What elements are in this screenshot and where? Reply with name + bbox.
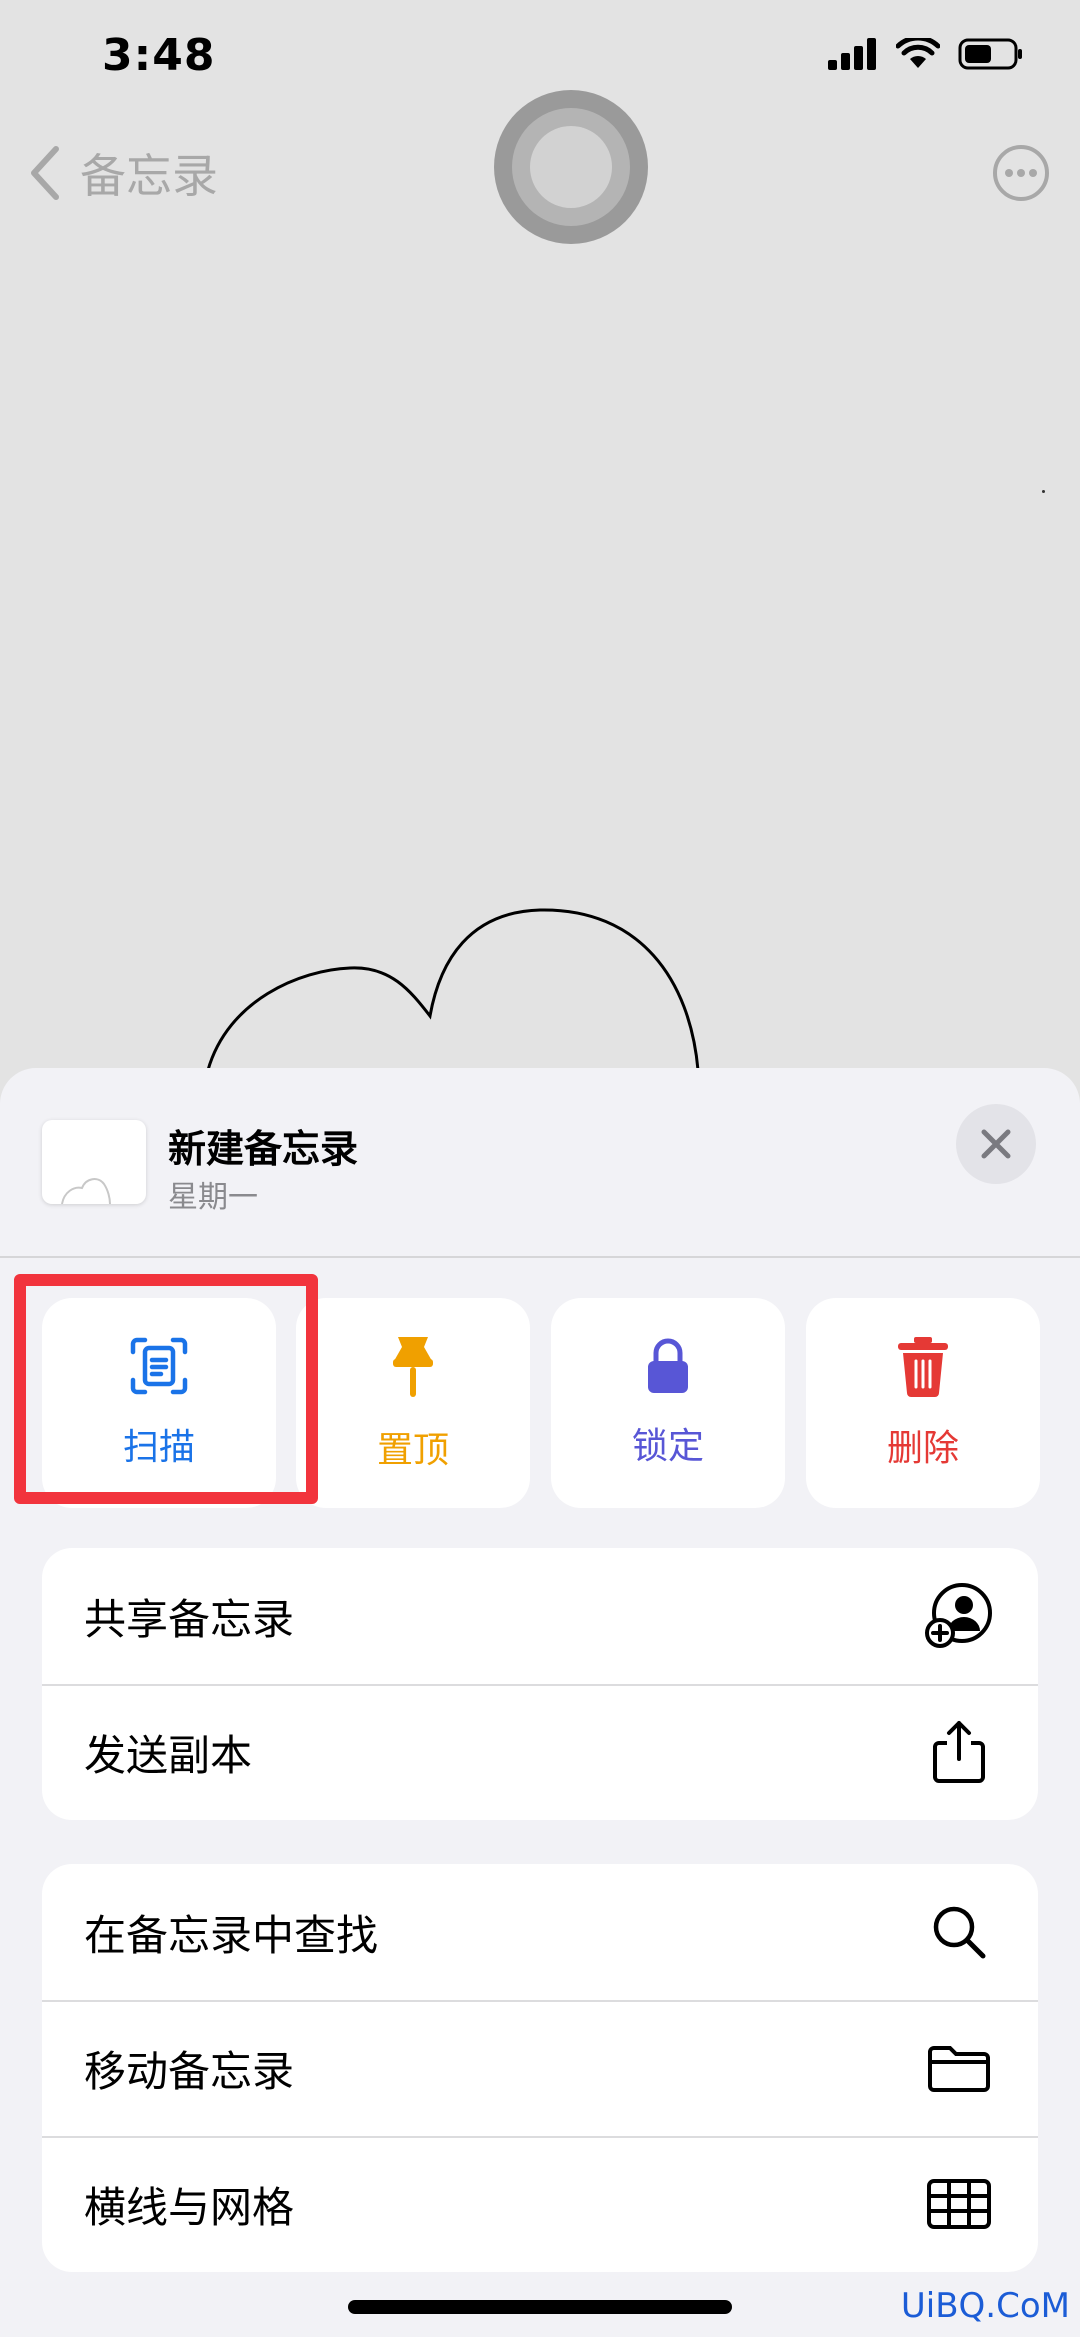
find-in-note-label: 在备忘录中查找: [84, 1910, 379, 1960]
search-icon: [924, 1897, 994, 1967]
lock-button[interactable]: 锁定: [551, 1298, 785, 1508]
cloud-drawing: [206, 908, 700, 1071]
home-indicator[interactable]: [348, 2300, 732, 2314]
tools-group: 在备忘录中查找 移动备忘录 横线与网格: [42, 1864, 1038, 2272]
close-icon: [981, 1129, 1011, 1159]
scan-label: 扫描: [122, 1427, 195, 1468]
drawing-dot: [1042, 490, 1045, 493]
move-note-row[interactable]: 移动备忘录: [42, 2000, 1038, 2136]
cellular-signal-icon: [828, 38, 876, 70]
share-group: 共享备忘录 发送副本: [42, 1548, 1038, 1820]
assistive-touch-button[interactable]: [494, 90, 648, 244]
note-title: 新建备忘录: [168, 1127, 359, 1171]
quick-actions: 扫描 置顶 锁定 删除: [42, 1298, 1040, 1508]
pin-button[interactable]: 置顶: [296, 1298, 530, 1508]
move-note-label: 移动备忘录: [84, 2046, 295, 2096]
share-upload-icon: [924, 1717, 994, 1787]
note-date: 星期一: [168, 1180, 258, 1215]
lock-label: 锁定: [631, 1426, 704, 1467]
note-actions-sheet: 新建备忘录 星期一 扫描 置顶 锁定 删除 共享备忘录 发送副本 在备忘录中查找…: [0, 1068, 1080, 2337]
share-note-row[interactable]: 共享备忘录: [42, 1548, 1038, 1684]
status-icons: [828, 38, 1024, 70]
pin-label: 置顶: [376, 1430, 449, 1471]
sheet-header: 新建备忘录 星期一: [0, 1068, 1080, 1258]
lines-grids-label: 横线与网格: [84, 2182, 295, 2232]
more-icon: [993, 145, 1049, 201]
pin-icon: [393, 1337, 433, 1397]
watermark-text: UiBQ.CoM: [900, 2286, 1070, 2326]
scan-icon: [130, 1337, 188, 1395]
chevron-left-icon: [31, 146, 59, 200]
delete-button[interactable]: 删除: [806, 1298, 1040, 1508]
scan-button[interactable]: 扫描: [42, 1298, 276, 1508]
battery-icon: [958, 38, 1022, 70]
share-person-icon: [924, 1581, 994, 1651]
back-label: 备忘录: [80, 149, 218, 203]
note-thumbnail: [42, 1120, 146, 1204]
wifi-icon: [896, 38, 940, 68]
status-time: 3:48: [102, 30, 216, 81]
send-copy-row[interactable]: 发送副本: [42, 1684, 1038, 1820]
more-options-button[interactable]: [992, 144, 1050, 206]
back-button[interactable]: 备忘录: [28, 140, 218, 206]
close-button[interactable]: [956, 1104, 1036, 1184]
grid-icon: [924, 2169, 994, 2239]
lock-icon: [648, 1338, 688, 1393]
trash-icon: [898, 1337, 948, 1397]
delete-label: 删除: [886, 1428, 959, 1469]
share-note-label: 共享备忘录: [84, 1594, 295, 1644]
folder-icon: [924, 2033, 994, 2103]
send-copy-label: 发送副本: [84, 1730, 253, 1780]
lines-grids-row[interactable]: 横线与网格: [42, 2136, 1038, 2272]
find-in-note-row[interactable]: 在备忘录中查找: [42, 1864, 1038, 2000]
